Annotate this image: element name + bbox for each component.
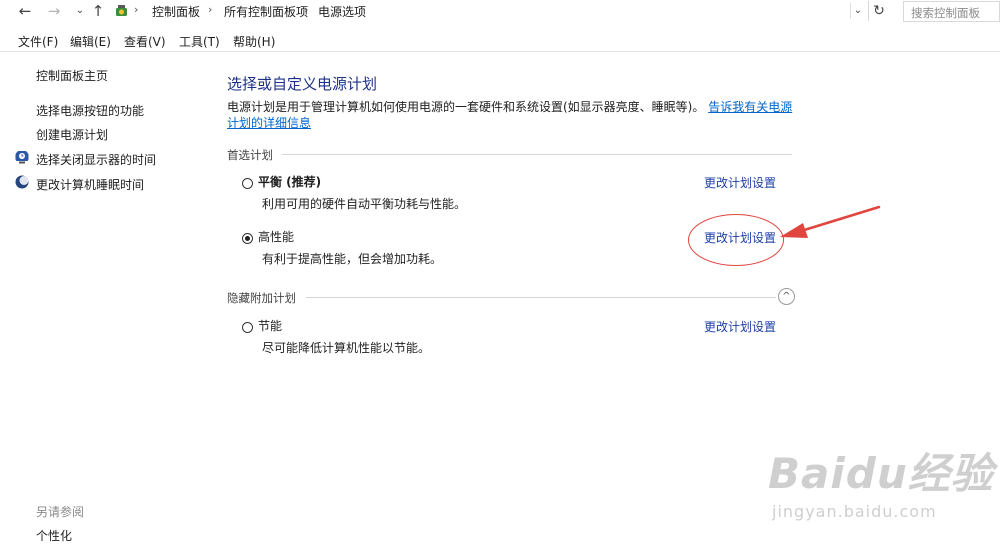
breadcrumb-control-panel[interactable]: 控制面板 [152,3,200,20]
sidebar-item-sleep[interactable]: 更改计算机睡眠时间 [36,176,144,193]
plan-power-saver-settings-link[interactable]: 更改计划设置 [704,318,776,335]
plan-balanced-settings-link[interactable]: 更改计划设置 [704,174,776,191]
preferred-plans-divider [282,154,792,155]
forward-button[interactable]: → [45,2,63,20]
description-text: 电源计划是用于管理计算机如何使用电源的一套硬件和系统设置(如显示器亮度、睡眠等)… [227,100,705,114]
sidebar-item-display-off[interactable]: 选择关闭显示器的时间 [36,151,156,168]
menu-divider [0,51,1000,52]
plan-power-saver-name[interactable]: 节能 [258,317,282,334]
see-also-personalization[interactable]: 个性化 [36,527,72,544]
baidu-watermark: Baidu经验 jingyan.baidu.com [768,440,993,536]
collapse-chevron-up-icon[interactable]: ^ [778,288,795,305]
menu-tools[interactable]: 工具(T) [179,33,220,50]
address-bar: ← → ⌄ ↑ › 控制面板 › 所有控制面板项 › 电源选项 ⌄ ↻ 搜索控制… [0,0,1000,24]
plan-balanced-radio[interactable] [242,178,253,189]
plan-power-saver-description: 尽可能降低计算机性能以节能。 [262,341,431,355]
preferred-plans-heading: 首选计划 [227,148,273,162]
sleep-moon-icon [15,175,29,189]
breadcrumb-all-items[interactable]: 所有控制面板项 [224,3,308,20]
watermark-url: jingyan.baidu.com [772,502,937,521]
up-button[interactable]: ↑ [89,2,107,20]
sidebar-item-create-plan[interactable]: 创建电源计划 [36,126,108,143]
plan-high-performance-description: 有利于提高性能，但会增加功耗。 [262,252,443,266]
address-field[interactable]: › 控制面板 › 所有控制面板项 › 电源选项 [110,0,870,22]
address-dropdown-icon[interactable]: ⌄ [850,3,865,19]
plan-balanced-name[interactable]: 平衡 (推荐) [258,173,321,190]
plan-high-performance-radio[interactable] [242,233,253,244]
page-description: 电源计划是用于管理计算机如何使用电源的一套硬件和系统设置(如显示器亮度、睡眠等)… [227,99,802,131]
sidebar-home-link[interactable]: 控制面板主页 [36,67,108,84]
page-title: 选择或自定义电源计划 [227,75,378,93]
menu-bar: 文件(F) 编辑(E) 查看(V) 工具(T) 帮助(H) [0,31,1000,51]
display-clock-icon [15,151,29,164]
annotation-highlight-ellipse [688,214,784,266]
recent-locations-chevron-icon[interactable]: ⌄ [71,2,89,20]
watermark-title: Baidu经验 [768,449,994,498]
plan-balanced-description: 利用可用的硬件自动平衡功耗与性能。 [262,197,467,211]
control-panel-icon [116,5,127,16]
menu-edit[interactable]: 编辑(E) [70,33,111,50]
menu-view[interactable]: 查看(V) [124,33,166,50]
breadcrumb-separator: › [208,3,213,16]
search-placeholder: 搜索控制面板 [911,6,980,20]
menu-help[interactable]: 帮助(H) [233,33,275,50]
breadcrumb-separator: › [134,3,139,16]
refresh-button[interactable]: ↻ [868,1,889,21]
annotation-arrow-icon [780,205,881,238]
menu-file[interactable]: 文件(F) [18,33,58,50]
plan-high-performance-name[interactable]: 高性能 [258,228,294,245]
sidebar-item-power-buttons[interactable]: 选择电源按钮的功能 [36,102,144,119]
search-input[interactable]: 搜索控制面板 [903,1,1000,22]
breadcrumb-separator: › [304,3,309,16]
breadcrumb-power-options[interactable]: 电源选项 [318,3,366,20]
hidden-plans-heading: 隐藏附加计划 [227,291,296,305]
hidden-plans-divider [306,297,776,298]
back-button[interactable]: ← [16,2,34,20]
see-also-title: 另请参阅 [36,505,85,519]
plan-power-saver-radio[interactable] [242,322,253,333]
